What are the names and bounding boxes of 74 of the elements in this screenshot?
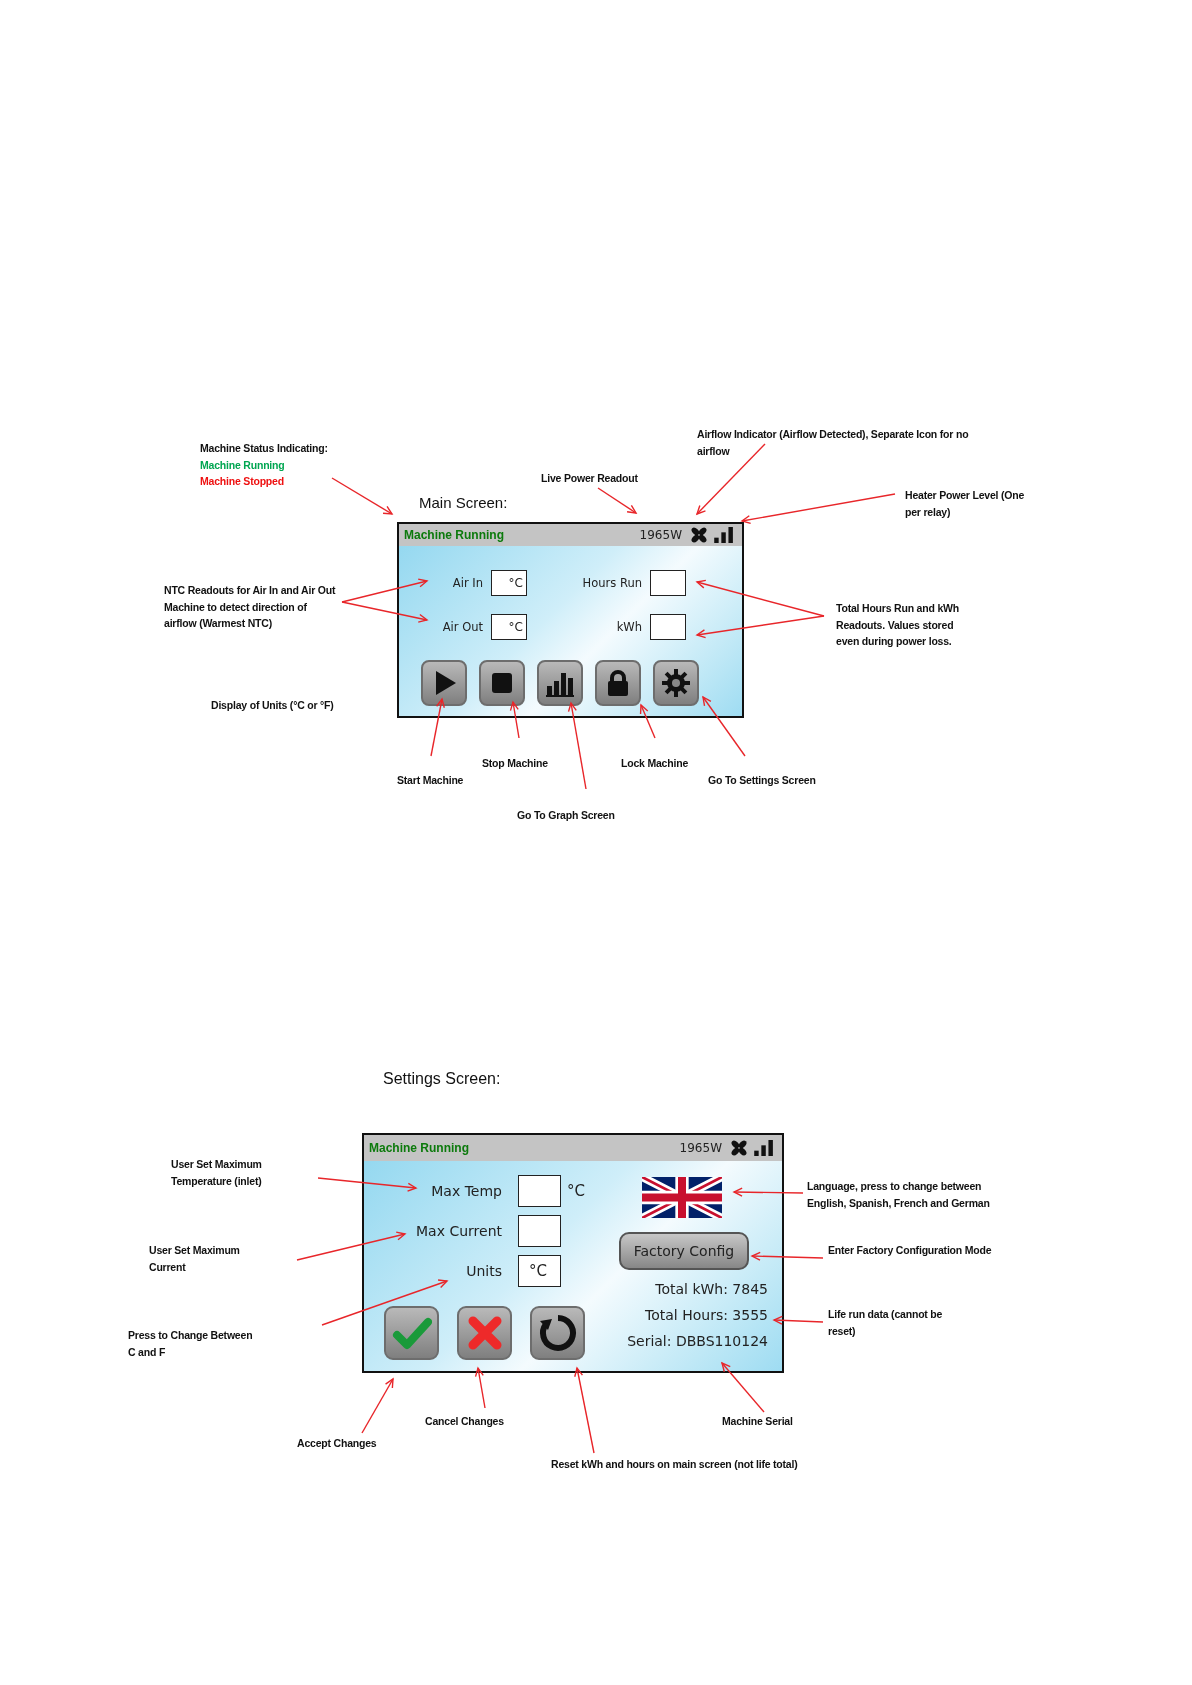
language-button[interactable] bbox=[642, 1177, 722, 1218]
arrow bbox=[509, 700, 520, 739]
flag-icon bbox=[642, 1177, 722, 1218]
life-data-text: Total kWh: 7845 bbox=[655, 1280, 768, 1299]
signal-bars-icon bbox=[754, 1140, 774, 1156]
power-readout: 1965W bbox=[639, 528, 682, 542]
cancel-button[interactable] bbox=[457, 1306, 512, 1360]
arrow bbox=[361, 1377, 394, 1434]
annotation: Life run data (cannot be reset) bbox=[828, 1307, 943, 1339]
annotation: Airflow Indicator (Airflow Detected), Separate Icon for no airflow bbox=[697, 427, 969, 459]
arrow bbox=[772, 1315, 824, 1325]
arrow bbox=[639, 703, 656, 739]
field-label: Air Out bbox=[441, 620, 483, 634]
arrow bbox=[474, 1366, 486, 1409]
input-field[interactable] bbox=[518, 1215, 561, 1247]
arrow bbox=[732, 1187, 804, 1197]
fan-icon bbox=[690, 526, 708, 544]
refresh-icon bbox=[537, 1313, 578, 1353]
arrow bbox=[720, 1361, 765, 1413]
annotation: Total Hours Run and kWh Readouts. Values stored even during power loss. bbox=[836, 601, 959, 649]
signal-bars-icon bbox=[714, 527, 734, 543]
accept-button[interactable] bbox=[384, 1306, 439, 1360]
annotation: Cancel Changes bbox=[425, 1414, 504, 1429]
field-label: Units bbox=[465, 1263, 502, 1279]
machine-status: Machine Running bbox=[404, 528, 505, 542]
input-field[interactable] bbox=[518, 1175, 561, 1207]
annotation: Go To Settings Screen bbox=[708, 773, 816, 788]
lock-button[interactable] bbox=[595, 660, 641, 706]
fan-icon bbox=[730, 1139, 748, 1157]
arrow bbox=[702, 695, 746, 757]
section-title: Settings Screen: bbox=[383, 1070, 501, 1088]
field-label: Air In bbox=[451, 576, 483, 590]
total-field bbox=[650, 570, 686, 596]
field-label: kWh bbox=[615, 620, 642, 634]
section-title: Main Screen: bbox=[419, 494, 508, 511]
annotation: Display of Units (°C or °F) bbox=[211, 698, 334, 713]
arrow bbox=[331, 477, 394, 515]
unit-label: °C bbox=[567, 1182, 586, 1200]
power-readout: 1965W bbox=[679, 1141, 722, 1155]
annotation: Enter Factory Configuration Mode bbox=[828, 1243, 992, 1258]
annotation: Reset kWh and hours on main screen (not life total) bbox=[551, 1457, 798, 1472]
start-button[interactable] bbox=[421, 660, 467, 706]
settings-button[interactable] bbox=[653, 660, 699, 706]
annotation: Accept Changes bbox=[297, 1436, 377, 1451]
arrow bbox=[430, 697, 445, 757]
field-label: Max Current bbox=[415, 1223, 502, 1239]
life-data-text: Total Hours: 3555 bbox=[645, 1306, 768, 1325]
temperature-field: °C bbox=[491, 614, 527, 640]
graph-button[interactable] bbox=[537, 660, 583, 706]
annotation: Start Machine bbox=[397, 773, 464, 788]
annotation: Stop Machine bbox=[482, 756, 548, 771]
annotation: Machine Serial bbox=[722, 1414, 793, 1429]
annotation: Go To Graph Screen bbox=[517, 808, 615, 823]
annotation: User Set Maximum Temperature (inlet) bbox=[171, 1157, 262, 1189]
input-field[interactable]: °C bbox=[518, 1255, 561, 1287]
annotation: NTC Readouts for Air In and Air Out Machine to detect direction of airflow (Warmest NTC) bbox=[164, 583, 336, 631]
annotation: Lock Machine bbox=[621, 756, 689, 771]
annotation: Language, press to change between English, Spanish, French and German bbox=[807, 1179, 990, 1211]
temperature-field: °C bbox=[491, 570, 527, 596]
reset-button[interactable] bbox=[530, 1306, 585, 1360]
arrow bbox=[597, 487, 638, 514]
status-legend: Machine Status Indicating: Machine Running Machine Stopped bbox=[200, 440, 328, 490]
total-field bbox=[650, 614, 686, 640]
gear-icon bbox=[661, 668, 691, 698]
field-label: Hours Run bbox=[581, 576, 642, 590]
annotation: Press to Change Between C and F bbox=[128, 1328, 253, 1360]
annotation: User Set Maximum Current bbox=[149, 1243, 240, 1275]
stop-button[interactable] bbox=[479, 660, 525, 706]
machine-status: Machine Running bbox=[369, 1141, 470, 1155]
factory-config-button[interactable]: Factory Config bbox=[619, 1232, 749, 1270]
annotation: Heater Power Level (One per relay) bbox=[905, 488, 1025, 520]
life-data-text: Serial: DBBS110124 bbox=[627, 1332, 768, 1351]
field-label: Max Temp bbox=[430, 1183, 502, 1199]
annotation: Live Power Readout bbox=[541, 471, 638, 486]
